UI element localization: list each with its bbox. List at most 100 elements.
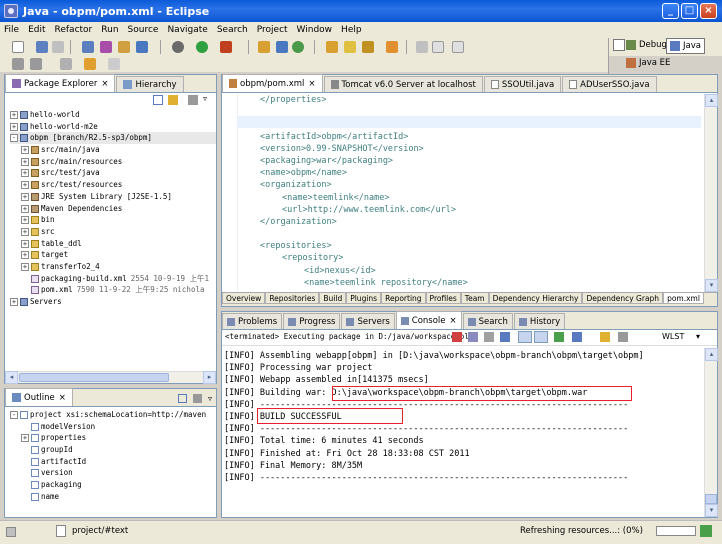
outline-item[interactable]: groupId: [10, 444, 216, 456]
tree-item[interactable]: + table_ddl: [10, 238, 216, 250]
new-icon[interactable]: [12, 41, 24, 53]
open-folder-icon[interactable]: [326, 41, 338, 53]
close-tab-icon[interactable]: ×: [450, 316, 457, 326]
expand-toggle-icon[interactable]: +: [21, 181, 29, 190]
close-button[interactable]: ×: [700, 3, 717, 19]
back-icon[interactable]: [84, 58, 96, 70]
tree-item[interactable]: + src/test/resources: [10, 179, 216, 191]
console-area-tab[interactable]: Servers: [341, 313, 395, 329]
console-area-tab[interactable]: Search: [462, 313, 513, 329]
task-icon[interactable]: [386, 41, 398, 53]
clear-console-icon[interactable]: [500, 332, 510, 342]
block-selection-icon[interactable]: [452, 41, 464, 53]
expand-toggle-icon[interactable]: +: [21, 227, 29, 236]
next-annotation-icon[interactable]: [12, 58, 24, 70]
remove-launch-icon[interactable]: [468, 332, 478, 342]
outline-item[interactable]: + properties: [10, 432, 216, 444]
pom-page-tab[interactable]: Dependency Graph: [582, 293, 664, 304]
expand-toggle-icon[interactable]: +: [21, 262, 29, 271]
new-server-icon[interactable]: [100, 41, 112, 53]
close-tab-icon[interactable]: ×: [308, 79, 315, 89]
maximize-button[interactable]: □: [681, 3, 698, 19]
scroll-right-icon[interactable]: ▸: [203, 371, 216, 384]
menu-file[interactable]: File: [4, 25, 19, 35]
scroll-left-icon[interactable]: ◂: [5, 371, 18, 384]
tab-hierarchy[interactable]: Hierarchy: [116, 76, 184, 92]
outline-item[interactable]: name: [10, 491, 216, 503]
scroll-thumb[interactable]: [19, 373, 169, 382]
outline-item[interactable]: artifactId: [10, 456, 216, 468]
close-tab-icon[interactable]: ×: [59, 393, 66, 403]
expand-toggle-icon[interactable]: +: [10, 298, 18, 306]
new-package-icon[interactable]: [276, 41, 288, 53]
display-console-icon[interactable]: [572, 332, 582, 342]
new-interface-icon[interactable]: [292, 41, 304, 53]
expand-toggle-icon[interactable]: +: [21, 146, 29, 155]
scroll-up-icon[interactable]: ▴: [705, 94, 718, 107]
expand-toggle-icon[interactable]: +: [21, 216, 29, 225]
editor-tab[interactable]: Tomcat v6.0 Server at localhost: [323, 76, 483, 92]
pom-page-tab[interactable]: Reporting: [381, 293, 426, 304]
wlst-label[interactable]: WLST: [662, 332, 684, 341]
tree-item[interactable]: + src/main/resources: [10, 156, 216, 168]
tab-package-explorer[interactable]: Package Explorer ×: [5, 74, 116, 92]
open-type-icon[interactable]: [118, 41, 130, 53]
minimize-view-icon[interactable]: ▿: [203, 94, 207, 103]
console-area-tab[interactable]: History: [513, 313, 566, 329]
previous-annotation-icon[interactable]: [30, 58, 42, 70]
pin-console-icon[interactable]: [554, 332, 564, 342]
console-area-tab[interactable]: Progress: [283, 313, 341, 329]
tree-item[interactable]: + hello-world-m2e: [10, 121, 216, 133]
pom-page-tab[interactable]: Plugins: [346, 293, 382, 304]
menu-edit[interactable]: Edit: [28, 25, 45, 35]
tree-item[interactable]: + src/main/java: [10, 144, 216, 156]
pom-page-tab[interactable]: pom.xml: [663, 293, 704, 304]
expand-toggle-icon[interactable]: +: [10, 111, 18, 119]
perspective-java[interactable]: Java: [666, 38, 705, 54]
pom-page-tab[interactable]: Profiles: [425, 293, 461, 304]
tree-item[interactable]: + target: [10, 249, 216, 261]
open-perspective-icon[interactable]: [613, 39, 625, 51]
expand-toggle-icon[interactable]: +: [21, 239, 29, 248]
outline-item[interactable]: version: [10, 467, 216, 479]
show-whitespace-icon[interactable]: [432, 41, 444, 53]
new-console-icon[interactable]: [618, 332, 628, 342]
menu-source[interactable]: Source: [128, 25, 159, 35]
external-tools-icon[interactable]: [220, 41, 232, 53]
editor-tab[interactable]: obpm/pom.xml ×: [222, 74, 323, 92]
scroll-thumb[interactable]: [705, 494, 717, 504]
expand-toggle-icon[interactable]: +: [21, 157, 29, 166]
search-icon[interactable]: [344, 41, 356, 53]
expand-toggle-icon[interactable]: +: [21, 434, 29, 443]
tree-item[interactable]: + JRE System Library [J2SE-1.5]: [10, 191, 216, 203]
editor-tab[interactable]: ADUserSSO.java: [562, 76, 657, 92]
collapse-all-icon[interactable]: [153, 95, 163, 105]
pen-icon[interactable]: [362, 41, 374, 53]
tree-item[interactable]: packaging-build.xml 2554 10-9-19 上午1: [10, 273, 216, 285]
outline-item[interactable]: packaging: [10, 479, 216, 491]
expand-toggle-icon[interactable]: -: [10, 134, 18, 143]
menu-search[interactable]: Search: [217, 25, 248, 35]
show-console-on-output-icon[interactable]: [534, 331, 548, 343]
pom-page-tab[interactable]: Build: [319, 293, 347, 304]
view-menu-icon[interactable]: [192, 393, 202, 403]
menu-refactor[interactable]: Refactor: [55, 25, 93, 35]
scroll-down-icon[interactable]: ▾: [705, 279, 718, 292]
view-menu-icon[interactable]: [188, 95, 198, 105]
tree-item[interactable]: + hello-world: [10, 109, 216, 121]
menu-help[interactable]: Help: [341, 25, 362, 35]
editor-vertical-scrollbar[interactable]: ▴ ▾: [704, 94, 718, 292]
console-area-tab[interactable]: Console ×: [395, 311, 462, 329]
link-with-editor-icon[interactable]: [168, 95, 178, 105]
fast-view-icon[interactable]: [6, 527, 16, 537]
expand-toggle-icon[interactable]: +: [21, 204, 29, 213]
menu-window[interactable]: Window: [297, 25, 333, 35]
scroll-lock-icon[interactable]: [518, 331, 532, 343]
expand-toggle-icon[interactable]: +: [10, 122, 18, 131]
debug-run-icon[interactable]: [172, 41, 184, 53]
save-all-icon[interactable]: [52, 41, 64, 53]
editor-tab[interactable]: SSOUtil.java: [483, 76, 562, 92]
perspective-java-ee[interactable]: Java EE: [626, 58, 670, 68]
tree-item[interactable]: + bin: [10, 214, 216, 226]
run-icon[interactable]: [196, 41, 208, 53]
